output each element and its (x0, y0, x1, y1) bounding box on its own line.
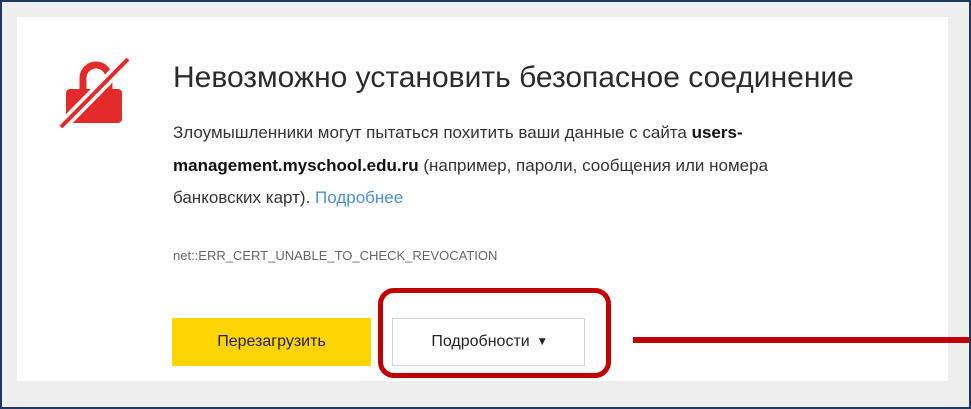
page-title: Невозможно установить безопасное соедине… (173, 61, 854, 94)
description-text-before: Злоумышленники могут пытаться похитить в… (173, 123, 692, 142)
pointer-line (633, 337, 969, 343)
learn-more-link[interactable]: Подробнее (315, 188, 403, 207)
error-description: Злоумышленники могут пытаться похитить в… (173, 117, 818, 215)
reload-button[interactable]: Перезагрузить (172, 318, 371, 366)
error-code: net::ERR_CERT_UNABLE_TO_CHECK_REVOCATION (173, 248, 498, 263)
reload-button-label: Перезагрузить (217, 333, 326, 350)
highlight-frame (378, 288, 611, 378)
crossed-padlock-icon (58, 56, 130, 128)
error-page: Невозможно установить безопасное соедине… (0, 0, 971, 409)
